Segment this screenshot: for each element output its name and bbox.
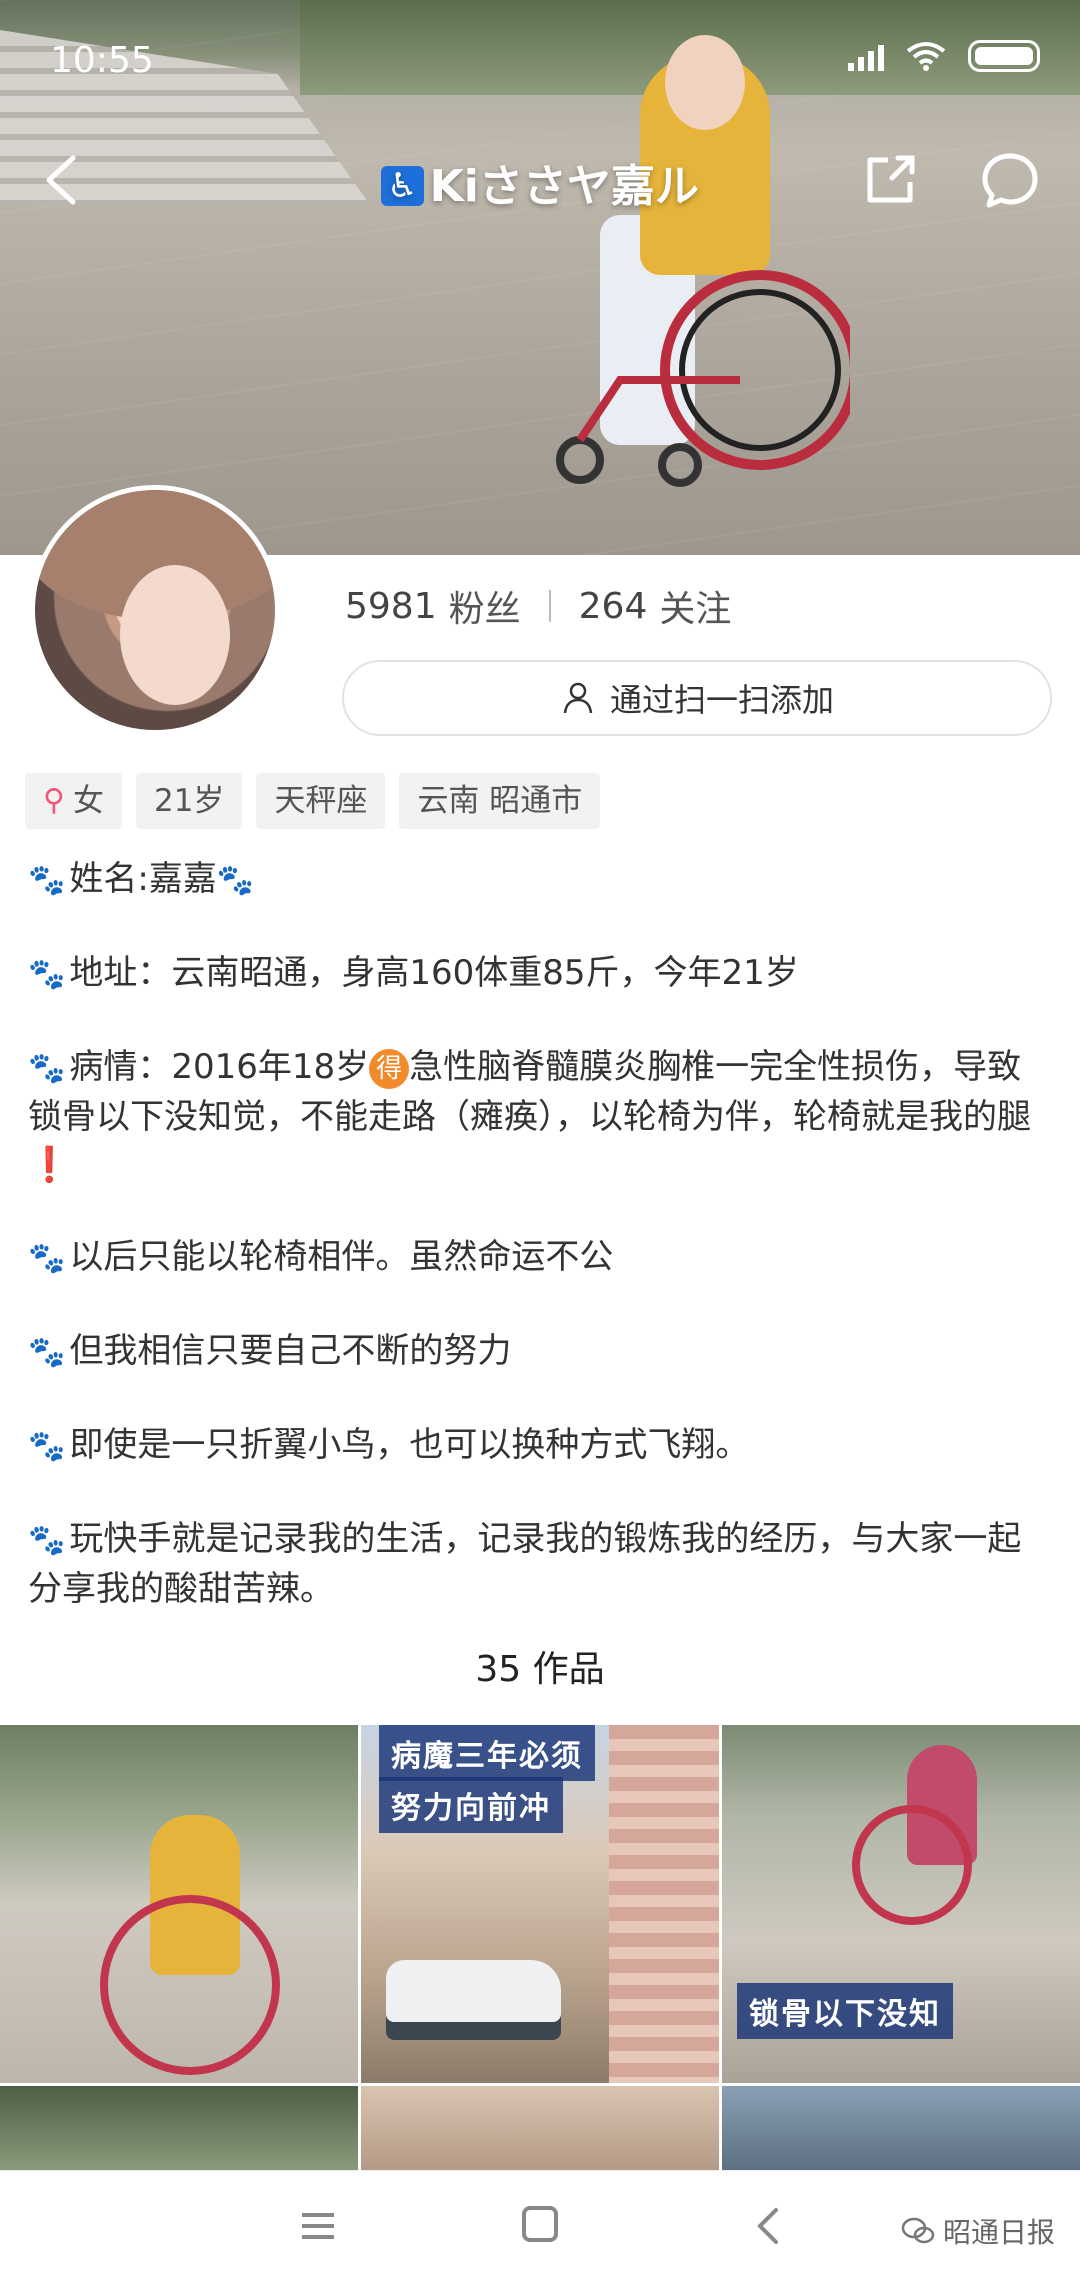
tag-location: 云南 昭通市 (399, 773, 601, 829)
work-thumbnail[interactable]: 锁骨以下没知 (722, 1725, 1080, 2083)
works-count[interactable]: 35 作品 (0, 1640, 1080, 1692)
work-thumbnail[interactable] (722, 2086, 1080, 2171)
status-bar: 10:55 (0, 0, 1080, 115)
tag-zodiac: 天秤座 (256, 773, 386, 829)
bio-text: 以后只能以轮椅相伴。虽然命运不公 (69, 1237, 614, 1277)
followers-count[interactable]: 5981 (345, 586, 437, 627)
bio-line: 🐾 病情：2016年18岁得急性脑脊髓膜炎胸椎一完全性损伤，导致锁骨以下没知觉，不… (28, 1043, 1053, 1189)
menu-icon[interactable] (300, 2209, 336, 2243)
bio-text: 即使是一只折翼小鸟，也可以换种方式飞翔。 (69, 1425, 750, 1465)
de-badge-icon: 得 (369, 1048, 410, 1089)
paw-icon: 🐾 (28, 1523, 66, 1558)
watermark-text: 昭通日报 (942, 2216, 1055, 2249)
bio-line: 🐾 以后只能以轮椅相伴。虽然命运不公 (28, 1233, 1053, 1283)
bio-condition-start: 病情：2016年18岁 (69, 1047, 370, 1087)
works-grid: 病魔三年必须 努力向前冲 锁骨以下没知 (0, 1725, 1080, 2171)
paw-icon: 🐾 (28, 1429, 66, 1464)
following-label[interactable]: 关注 (659, 580, 731, 632)
bio-address: 地址：云南昭通，身高160体重85斤，今年21岁 (69, 953, 799, 993)
work-thumbnail[interactable] (0, 1725, 358, 2083)
profile-name-text: Kiささヤ嘉ル (429, 161, 699, 212)
system-nav-bar: 昭通日报 (0, 2170, 1080, 2280)
tag-gender-label: 女 (72, 783, 104, 819)
bio-line: 🐾 但我相信只要自己不断的努力 (28, 1327, 1053, 1377)
tag-age: 21岁 (135, 773, 243, 829)
profile-stats: 5981 粉丝 264 关注 (345, 580, 731, 632)
home-icon[interactable] (522, 2206, 558, 2242)
paw-icon: 🐾 (216, 863, 255, 898)
bio-line: 🐾 玩快手就是记录我的生活，记录我的锻炼我的经历，与大家一起分享我的酸甜苦辣。 (28, 1515, 1053, 1613)
bio-line: 🐾 地址：云南昭通，身高160体重85斤，今年21岁 (28, 949, 1053, 999)
female-icon: ⚲ (43, 783, 65, 818)
paw-icon: 🐾 (28, 863, 66, 898)
accessibility-badge-icon: ♿ (381, 166, 424, 206)
paw-icon: 🐾 (28, 1241, 66, 1276)
person-icon (563, 682, 593, 714)
signal-icon (848, 41, 884, 71)
work-caption: 病魔三年必须 (379, 1725, 595, 1781)
bio-name: 姓名:嘉嘉 (69, 859, 217, 899)
profile-bio: 🐾 姓名:嘉嘉🐾 🐾 地址：云南昭通，身高160体重85斤，今年21岁 🐾 病情：20… (28, 855, 1053, 1657)
bio-line: 🐾 姓名:嘉嘉🐾 (28, 855, 1053, 905)
bio-text: 但我相信只要自己不断的努力 (69, 1331, 512, 1371)
back-icon[interactable] (750, 2206, 786, 2246)
scan-add-button[interactable]: 通过扫一扫添加 (342, 660, 1052, 736)
stats-divider (548, 590, 551, 622)
work-thumbnail[interactable]: 病魔三年必须 努力向前冲 (361, 1725, 719, 2083)
work-caption: 努力向前冲 (379, 1777, 563, 1833)
status-time: 10:55 (50, 40, 154, 81)
paw-icon: 🐾 (28, 1051, 66, 1086)
following-count[interactable]: 264 (579, 586, 648, 627)
followers-label[interactable]: 粉丝 (449, 580, 521, 632)
battery-icon (968, 40, 1040, 72)
work-thumbnail[interactable] (0, 2086, 358, 2171)
paw-icon: 🐾 (28, 957, 66, 992)
avatar[interactable] (30, 485, 280, 735)
share-icon[interactable] (860, 150, 920, 210)
wifi-icon (906, 42, 946, 71)
work-caption: 锁骨以下没知 (737, 1983, 953, 2039)
status-icons (848, 40, 1040, 72)
exclamation-icon: ❗ (28, 1145, 71, 1185)
profile-tags: ⚲ 女 21岁 天秤座 云南 昭通市 (25, 773, 601, 829)
scan-add-label: 通过扫一扫添加 (609, 681, 834, 719)
bio-text: 玩快手就是记录我的生活，记录我的锻炼我的经历，与大家一起分享我的酸甜苦辣。 (28, 1519, 1022, 1609)
tag-gender: ⚲ 女 (25, 773, 122, 829)
wheelchair-image (556, 270, 850, 487)
paw-icon: 🐾 (28, 1335, 66, 1370)
wechat-icon (901, 2217, 935, 2244)
work-thumbnail[interactable] (361, 2086, 719, 2171)
watermark: 昭通日报 (901, 2211, 1055, 2251)
bio-line: 🐾 即使是一只折翼小鸟，也可以换种方式飞翔。 (28, 1421, 1053, 1471)
message-icon[interactable] (980, 150, 1040, 210)
top-nav: ♿ Kiささヤ嘉ル (0, 135, 1080, 225)
